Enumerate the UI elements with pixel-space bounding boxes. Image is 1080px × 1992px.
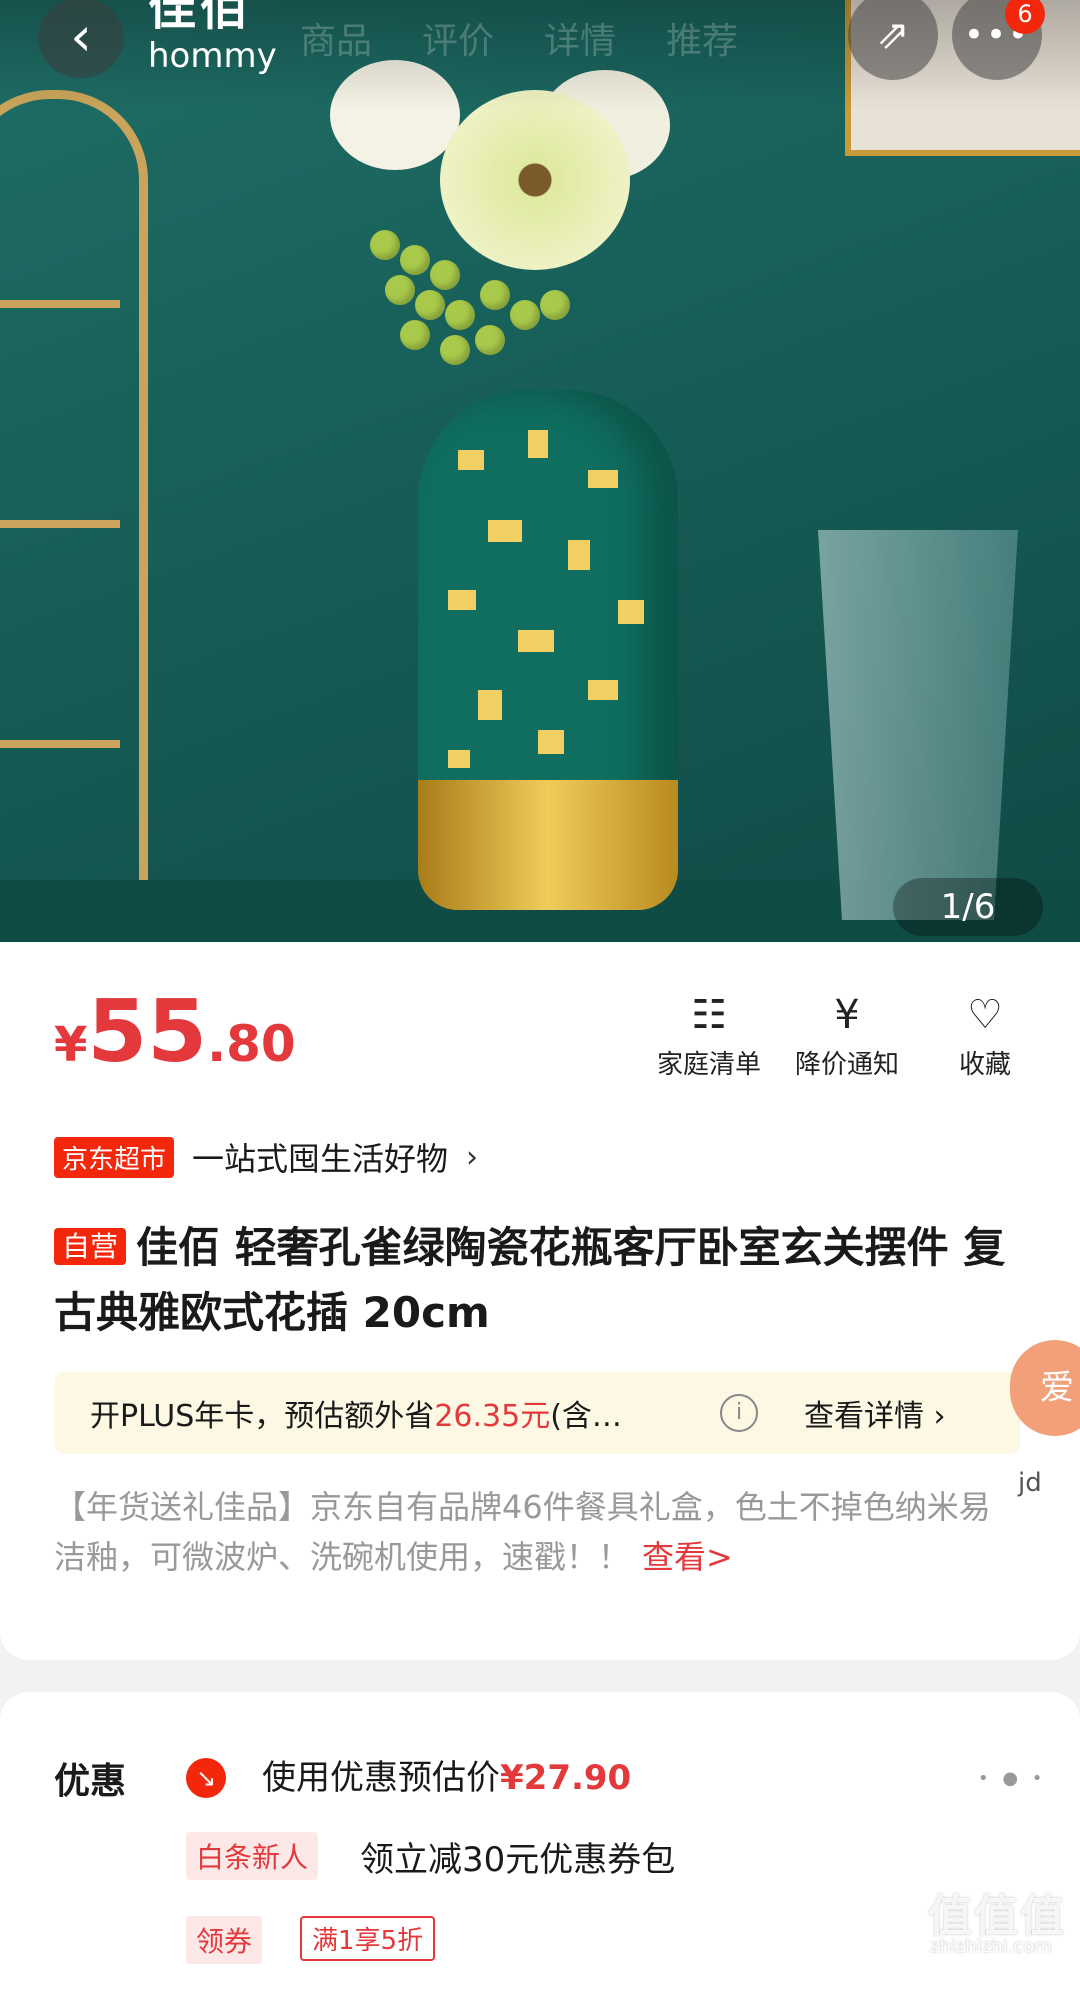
chevron-right-icon: › xyxy=(466,1139,479,1175)
vase-graphic xyxy=(418,390,678,910)
nav-tabs: 商品 评价 详情 推荐 xyxy=(300,12,738,64)
tab-details[interactable]: 详情 xyxy=(544,12,616,64)
plus-amount: 26.35元 xyxy=(434,1399,551,1434)
price: ¥55.80 xyxy=(54,982,296,1082)
brand-name-en: hommy xyxy=(148,36,277,76)
family-list-button[interactable]: ☷ 家庭清单 xyxy=(640,992,778,1081)
jd-supermarket-tag: 京东超市 xyxy=(54,1136,175,1178)
floating-jd-label: jd xyxy=(1018,1468,1042,1498)
tab-recommend[interactable]: 推荐 xyxy=(666,12,738,64)
share-icon: ⇗ xyxy=(876,12,910,58)
more-dots-icon[interactable]: • ● • xyxy=(978,1768,1046,1789)
product-title-text: 佳佰 轻奢孔雀绿陶瓷花瓶客厅卧室玄关摆件 复古典雅欧式花插 20cm xyxy=(54,1223,1006,1337)
discount-estimate[interactable]: 使用优惠预估价¥27.90 xyxy=(262,1750,631,1799)
newbie-tag: 白条新人 xyxy=(186,1832,319,1880)
plus-membership-banner[interactable]: 开PLUS年卡，预估额外省26.35元(含… i 查看详情 › xyxy=(54,1372,1020,1454)
watermark-url: zhizhizhi.com xyxy=(930,1936,1052,1957)
coupon-offer[interactable]: 满1享5折 xyxy=(300,1916,436,1961)
watermark: 值值值 xyxy=(928,1891,1066,1942)
product-title: 自营 佳佰 轻奢孔雀绿陶瓷花瓶客厅卧室玄关摆件 复古典雅欧式花插 20cm xyxy=(54,1218,1034,1343)
self-operated-tag: 自营 xyxy=(54,1228,127,1265)
share-button[interactable]: ⇗ xyxy=(848,0,938,80)
promo-text: 【年货送礼佳品】京东自有品牌46件餐具礼盒，色土不掉色纳米易洁釉，可微波炉、洗碗… xyxy=(54,1482,1014,1582)
image-counter: 1/6 xyxy=(893,878,1043,936)
chair-bar-graphic xyxy=(0,520,120,528)
action-buttons: ☷ 家庭清单 ¥ 降价通知 ♡ 收藏 xyxy=(640,992,1054,1081)
gerbera-flower-graphic xyxy=(440,90,630,270)
chair-bar-graphic xyxy=(0,740,120,748)
list-add-icon: ☷ xyxy=(691,992,727,1038)
tab-reviews[interactable]: 评价 xyxy=(422,12,494,64)
brand-name-cn: 佳佰 xyxy=(148,0,253,36)
back-button[interactable]: ‹ xyxy=(38,0,124,78)
plus-prefix: 开PLUS年卡，预估额外省 xyxy=(90,1399,435,1434)
product-info-card: ¥55.80 ☷ 家庭清单 ¥ 降价通知 ♡ 收藏 京东超市 一站式囤生活好物 … xyxy=(0,942,1080,1660)
chair-bar-graphic xyxy=(0,300,120,308)
coupon-tag: 领券 xyxy=(186,1916,263,1964)
chair-graphic xyxy=(0,90,148,942)
favorite-label: 收藏 xyxy=(958,1050,1011,1080)
discount-label: 优惠 xyxy=(54,1761,127,1802)
info-icon[interactable]: i xyxy=(720,1394,758,1432)
brand-logo: 佳佰 hommy xyxy=(148,0,277,74)
price-alert-label: 降价通知 xyxy=(794,1050,899,1080)
price-alert-button[interactable]: ¥ 降价通知 xyxy=(778,992,916,1081)
plus-detail-link[interactable]: 查看详情 › xyxy=(804,1391,946,1435)
discount-arrow-icon: ↘ xyxy=(186,1758,226,1798)
price-alert-icon: ¥ xyxy=(834,992,860,1038)
promo-description: 【年货送礼佳品】京东自有品牌46件餐具礼盒，色土不掉色纳米易洁釉，可微波炉、洗碗… xyxy=(54,1488,991,1576)
glass-cup-graphic xyxy=(818,530,1018,920)
store-link[interactable]: 京东超市 一站式囤生活好物 › xyxy=(54,1134,478,1180)
estimate-price: ¥27.90 xyxy=(500,1758,632,1798)
store-slogan: 一站式囤生活好物 xyxy=(192,1140,449,1178)
product-image-gallery[interactable]: ‹ 佳佰 hommy 商品 评价 详情 推荐 ⇗ ••• 6 1/6 xyxy=(0,0,1080,942)
heart-icon: ♡ xyxy=(967,992,1003,1038)
top-nav: ‹ 佳佰 hommy 商品 评价 详情 推荐 ⇗ ••• 6 xyxy=(0,0,1080,100)
estimate-prefix: 使用优惠预估价 xyxy=(262,1758,500,1798)
plus-suffix: (含… xyxy=(550,1399,622,1434)
plus-text: 开PLUS年卡，预估额外省26.35元(含… xyxy=(90,1391,700,1435)
discount-card: 优惠 ↘ 使用优惠预估价¥27.90 • ● • 白条新人 领立减30元优惠券包… xyxy=(0,1692,1080,1992)
family-list-label: 家庭清单 xyxy=(656,1050,761,1080)
back-arrow-icon: ‹ xyxy=(70,5,92,68)
price-integer: 55 xyxy=(87,982,208,1082)
favorite-button[interactable]: ♡ 收藏 xyxy=(916,992,1054,1081)
tab-product[interactable]: 商品 xyxy=(300,12,372,64)
price-decimal: .80 xyxy=(207,1015,296,1073)
promo-link[interactable]: 查看> xyxy=(642,1538,733,1576)
price-currency: ¥ xyxy=(54,1017,88,1073)
newbie-coupon-text[interactable]: 领立减30元优惠券包 xyxy=(360,1832,675,1881)
